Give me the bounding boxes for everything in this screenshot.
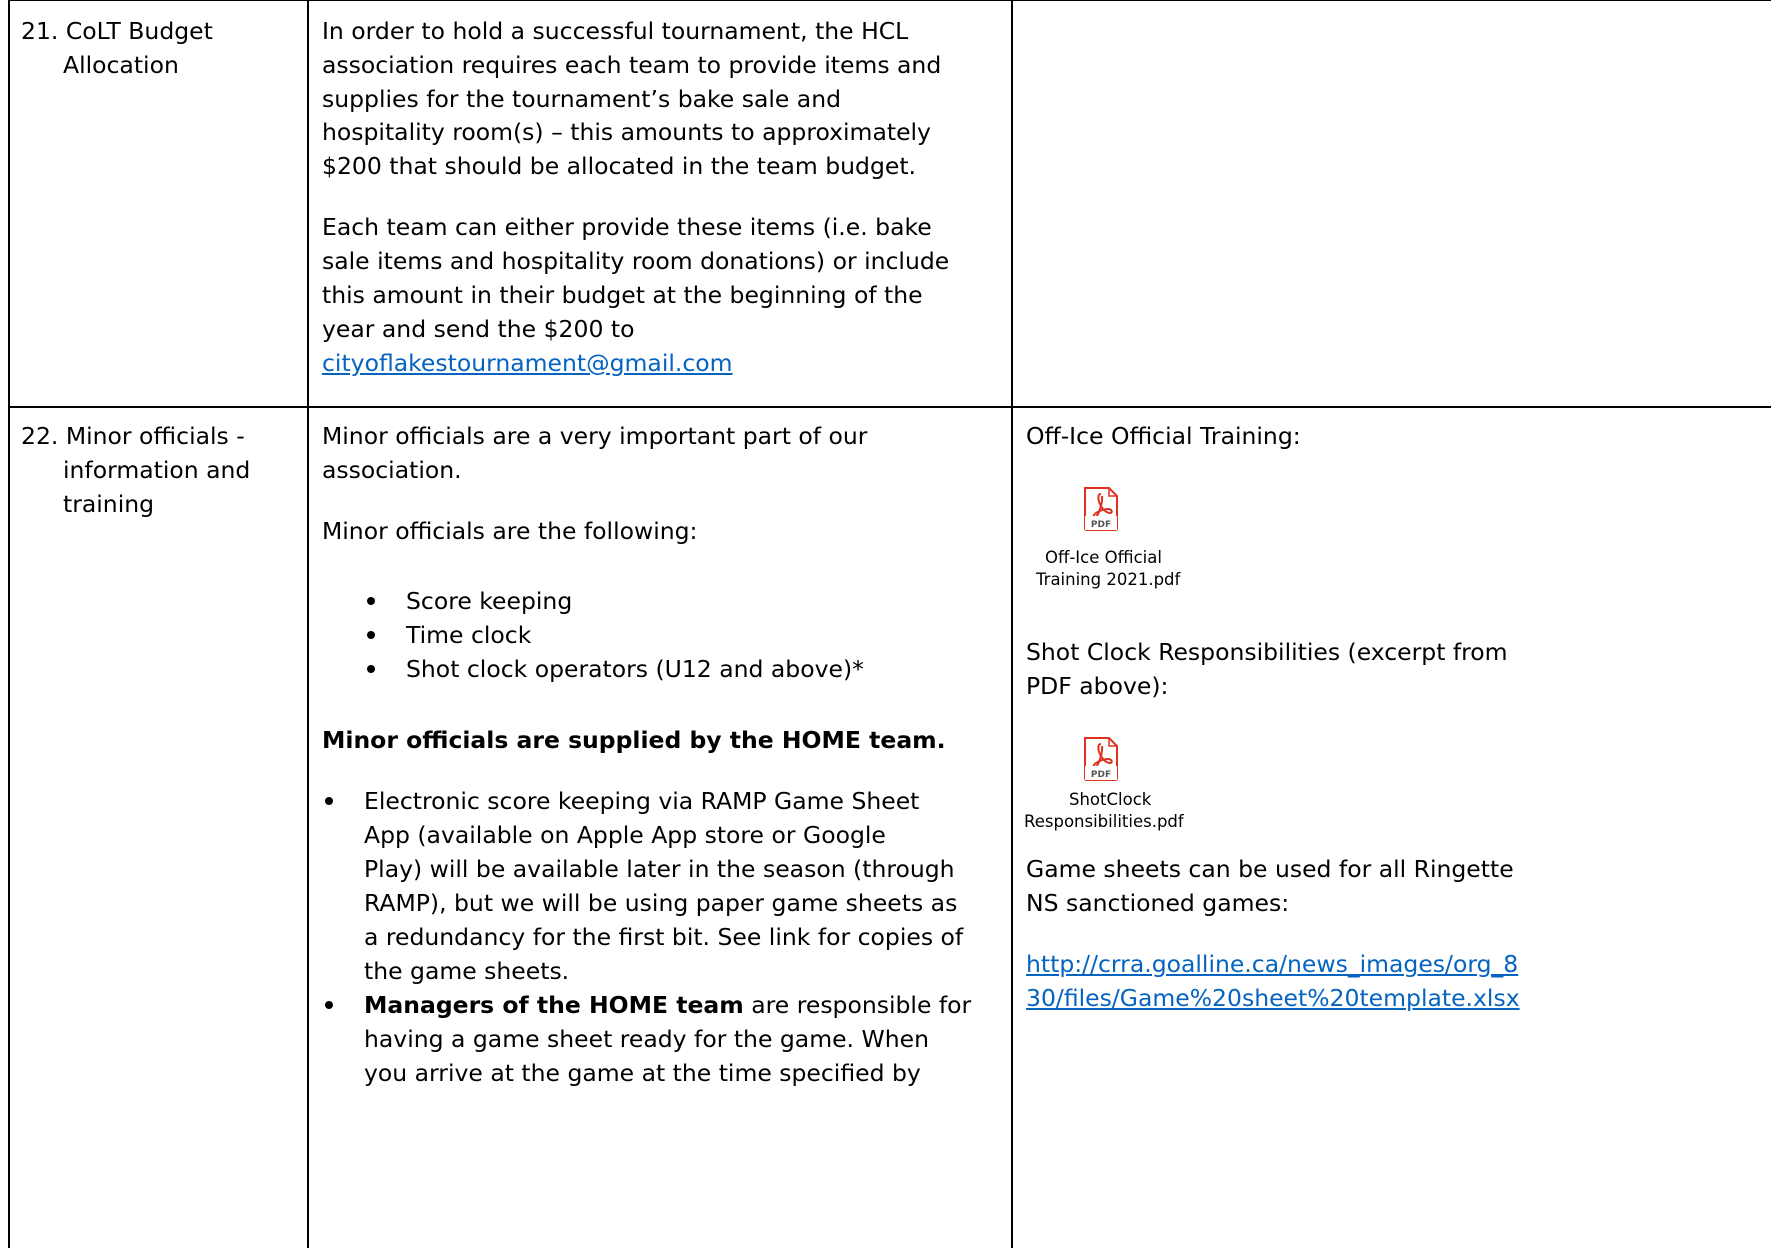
bullet-line: the game sheets. <box>364 957 570 985</box>
bullet-line: having a game sheet ready for the game. … <box>364 1025 929 1053</box>
intro-line: association. <box>322 456 462 484</box>
row-divider <box>8 406 1771 408</box>
game-sheet-link-line[interactable]: 30/files/Game%20sheet%20template.xlsx <box>1026 981 1520 1016</box>
svg-text:PDF: PDF <box>1091 520 1111 530</box>
row-22-topic-line: 22. Minor officials - <box>21 422 245 450</box>
row-22-topic-line: information and <box>63 456 251 484</box>
bullet-line: a redundancy for the first bit. See link… <box>364 923 964 951</box>
game-sheets-line: Game sheets can be used for all Ringette <box>1026 855 1514 883</box>
training-title: Off-Ice Official Training: <box>1026 422 1301 450</box>
row-21-paragraph-line: Each team can either provide these items… <box>322 213 932 241</box>
role-item: Shot clock operators (U12 and above)* <box>406 655 864 683</box>
list-intro: Minor officials are the following: <box>322 517 698 545</box>
row-21-paragraph-line: sale items and hospitality room donation… <box>322 247 950 275</box>
pdf-icon[interactable]: PDF <box>1083 737 1119 781</box>
bullet-dot <box>367 597 375 605</box>
row-21-paragraph-line: this amount in their budget at the begin… <box>322 281 923 309</box>
shot-clock-title-line: Shot Clock Responsibilities (excerpt fro… <box>1026 638 1508 666</box>
table-left-border <box>8 0 10 1248</box>
row-21-paragraph-line: association requires each team to provid… <box>322 51 942 79</box>
row-22-topic-line: training <box>63 490 155 518</box>
column-divider-2 <box>1011 0 1013 1248</box>
bullet-line: Play) will be available later in the sea… <box>364 855 955 883</box>
role-item: Time clock <box>406 621 532 649</box>
row-21-paragraph-line: year and send the $200 to <box>322 315 635 343</box>
home-managers-emphasis: Managers of the HOME team <box>364 991 744 1019</box>
row-21-topic-line: Allocation <box>63 51 179 79</box>
role-item: Score keeping <box>406 587 573 615</box>
bullet-line-rest: are responsible for <box>743 991 972 1019</box>
bullet-line: App (available on Apple App store or Goo… <box>364 821 886 849</box>
pdf-file-icon: PDF <box>1084 487 1118 531</box>
bullet-dot <box>325 1001 333 1009</box>
home-team-note: Minor officials are supplied by the HOME… <box>322 726 946 754</box>
bullet-line: Managers of the HOME team are responsibl… <box>364 988 971 1023</box>
game-sheets-line: NS sanctioned games: <box>1026 889 1290 917</box>
pdf-filename-line[interactable]: Responsibilities.pdf <box>1024 811 1184 833</box>
pdf-filename-line[interactable]: ShotClock <box>1069 789 1151 811</box>
column-divider-1 <box>307 0 309 1248</box>
svg-text:PDF: PDF <box>1091 770 1111 780</box>
bullet-dot <box>367 631 375 639</box>
bullet-line: RAMP), but we will be using paper game s… <box>364 889 958 917</box>
intro-line: Minor officials are a very important par… <box>322 422 868 450</box>
table-top-border <box>8 0 1771 1</box>
game-sheet-link-line[interactable]: http://crra.goalline.ca/news_images/org_… <box>1026 947 1518 982</box>
row-21-paragraph-line: $200 that should be allocated in the tea… <box>322 152 917 180</box>
row-21-paragraph-line: In order to hold a successful tournament… <box>322 17 909 45</box>
shot-clock-title-line: PDF above): <box>1026 672 1169 700</box>
pdf-filename-line[interactable]: Training 2021.pdf <box>1036 569 1180 591</box>
bullet-dot <box>325 797 333 805</box>
email-link[interactable]: cityoflakestournament@gmail.com <box>322 346 733 381</box>
pdf-file-icon: PDF <box>1084 737 1118 781</box>
pdf-filename-line[interactable]: Off-Ice Official <box>1045 547 1162 569</box>
row-21-topic-line: 21. CoLT Budget <box>21 17 213 45</box>
bullet-dot <box>367 665 375 673</box>
row-21-paragraph-line: supplies for the tournament’s bake sale … <box>322 85 842 113</box>
bullet-line: you arrive at the game at the time speci… <box>364 1059 921 1087</box>
bullet-line: Electronic score keeping via RAMP Game S… <box>364 787 920 815</box>
pdf-icon[interactable]: PDF <box>1083 487 1119 531</box>
row-21-paragraph-line: hospitality room(s) – this amounts to ap… <box>322 118 931 146</box>
